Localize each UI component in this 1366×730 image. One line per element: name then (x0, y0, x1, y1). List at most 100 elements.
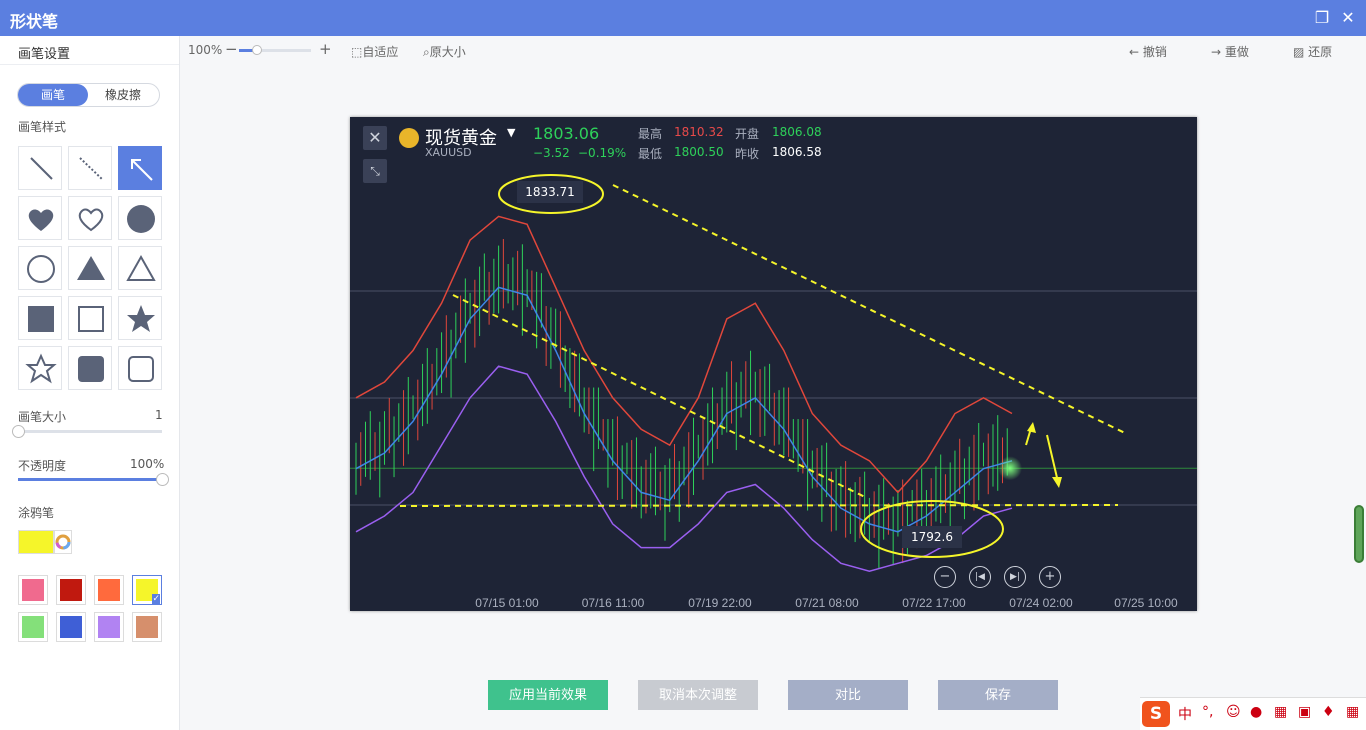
cancel-adjust-button[interactable]: 取消本次调整 (638, 680, 758, 710)
dropdown-caret-icon[interactable]: ▼ (507, 126, 515, 139)
palette-color-swatch[interactable] (94, 612, 124, 642)
restore-window-icon[interactable]: ❐ (1312, 8, 1332, 28)
shape-heart-outline-button[interactable] (68, 196, 112, 240)
zoom-out-button[interactable]: − (225, 40, 238, 58)
sogou-logo-icon[interactable]: S (1142, 701, 1170, 727)
shape-rounded-square-filled-button[interactable] (68, 346, 112, 390)
toolbox-icon[interactable]: ▣ (1298, 704, 1311, 720)
arrow-icon (131, 159, 153, 181)
shape-triangle-filled-button[interactable] (68, 246, 112, 290)
zoom-in-chart-button[interactable]: + (1039, 566, 1061, 588)
star-outline-icon (25, 353, 57, 384)
low-value: 1800.50 (674, 145, 724, 159)
close-icon[interactable]: ✕ (1338, 8, 1358, 28)
current-color-swatch[interactable] (18, 530, 54, 554)
tab-pen[interactable]: 画笔 (18, 84, 88, 106)
chart-canvas[interactable]: 07/15 01:00 07/16 11:00 07/19 22:00 07/21 0… (350, 117, 1197, 611)
ime-tray: S 中 °, ☺ ● ▦ ▣ ♦ ▦ (1140, 697, 1366, 730)
skip-back-button[interactable]: |◀ (969, 566, 991, 588)
tab-eraser[interactable]: 橡皮擦 (88, 84, 158, 106)
swatch-fill (60, 616, 82, 638)
triangle-outline-icon (126, 254, 156, 281)
collapse-chart-button[interactable]: ⤡ (363, 159, 387, 183)
up-arrow-head (1027, 422, 1036, 433)
low-annotation-label: 1792.6 (902, 526, 962, 548)
skip-forward-button[interactable]: ▶| (1004, 566, 1026, 588)
price-change-pct: −0.19% (578, 146, 627, 160)
prev-close-label: 昨收 (735, 147, 760, 161)
heart-filled-icon (28, 209, 54, 231)
x-tick-label: 07/16 11:00 (582, 596, 645, 610)
minus-icon: − (939, 569, 951, 584)
square-filled-icon (28, 306, 54, 332)
undo-button[interactable]: ← 撤销 (1129, 43, 1167, 60)
shape-star-filled-button[interactable] (118, 296, 162, 340)
fit-label: 自适应 (362, 45, 399, 59)
fit-button[interactable]: ⬚自适应 (351, 43, 398, 60)
shape-triangle-outline-button[interactable] (118, 246, 162, 290)
fit-icon: ⬚ (351, 45, 363, 59)
swatch-fill (22, 616, 44, 638)
pen-size-slider[interactable] (12, 425, 162, 438)
restore-button[interactable]: ▨ 还原 (1293, 43, 1332, 60)
square-outline-icon (78, 306, 104, 332)
zoom-slider[interactable] (239, 45, 311, 55)
shape-line-button[interactable] (18, 146, 62, 190)
undo-arrow-icon: ← (1129, 45, 1140, 59)
magnifier-icon: ⌕ (423, 45, 430, 59)
swatch-fill (136, 616, 158, 638)
plus-icon: + (1044, 569, 1056, 584)
emoji-icon[interactable]: ☺ (1226, 704, 1241, 720)
current-price: 1803.06 (533, 124, 600, 143)
compare-button[interactable]: 对比 (788, 680, 908, 710)
scroll-indicator[interactable] (1354, 505, 1364, 563)
redo-button[interactable]: → 重做 (1211, 43, 1249, 60)
x-tick-label: 07/24 02:00 (1009, 596, 1073, 610)
prev-close-value: 1806.58 (772, 145, 822, 159)
palette-color-swatch[interactable] (56, 575, 86, 605)
shape-arrow-button[interactable] (118, 146, 162, 190)
opacity-slider[interactable] (18, 473, 169, 486)
pen-size-knob[interactable] (12, 425, 25, 438)
shape-heart-filled-button[interactable] (18, 196, 62, 240)
grid-menu-icon[interactable]: ▦ (1346, 704, 1359, 720)
palette-color-swatch[interactable] (18, 612, 48, 642)
palette-color-swatch[interactable] (132, 612, 162, 642)
palette-color-swatch[interactable] (56, 612, 86, 642)
redo-arrow-icon: → (1211, 45, 1222, 59)
palette-color-swatch[interactable] (18, 575, 48, 605)
apply-button[interactable]: 应用当前效果 (488, 680, 608, 710)
opacity-fill (18, 478, 162, 481)
keyboard-icon[interactable]: ▦ (1274, 704, 1287, 720)
ime-mode[interactable]: 中 (1178, 704, 1192, 724)
zoom-knob[interactable] (252, 45, 262, 55)
shape-circle-filled-button[interactable] (118, 196, 162, 240)
shape-square-filled-button[interactable] (18, 296, 62, 340)
skin-icon[interactable]: ♦ (1322, 704, 1335, 720)
check-icon: ✓ (152, 594, 160, 604)
palette-color-swatch[interactable] (94, 575, 124, 605)
color-picker-button[interactable] (54, 530, 72, 554)
shape-rounded-square-outline-button[interactable] (118, 346, 162, 390)
skip-back-icon: |◀ (975, 572, 985, 582)
shape-star-outline-button[interactable] (18, 346, 62, 390)
close-chart-button[interactable]: ✕ (363, 126, 387, 150)
undo-label: 撤销 (1142, 45, 1167, 59)
shape-square-outline-button[interactable] (68, 296, 112, 340)
shape-circle-outline-button[interactable] (18, 246, 62, 290)
punctuation-toggle[interactable]: °, (1202, 704, 1213, 720)
low-label: 最低 (638, 147, 663, 161)
chart-svg: 07/15 01:00 07/16 11:00 07/19 22:00 07/21 0… (350, 174, 1197, 610)
zoom-in-button[interactable]: + (319, 40, 332, 58)
original-size-label: 原大小 (429, 45, 466, 59)
original-size-button[interactable]: ⌕原大小 (423, 43, 466, 60)
microphone-icon[interactable]: ● (1250, 704, 1262, 720)
save-button[interactable]: 保存 (938, 680, 1058, 710)
opacity-knob[interactable] (156, 473, 169, 486)
palette-color-swatch[interactable]: ✓ (132, 575, 162, 605)
star-filled-icon (127, 305, 155, 332)
price-change: −3.52 (533, 146, 570, 160)
shape-dashed-line-button[interactable] (68, 146, 112, 190)
x-tick-label: 07/22 17:00 (902, 596, 966, 610)
zoom-out-chart-button[interactable]: − (934, 566, 956, 588)
